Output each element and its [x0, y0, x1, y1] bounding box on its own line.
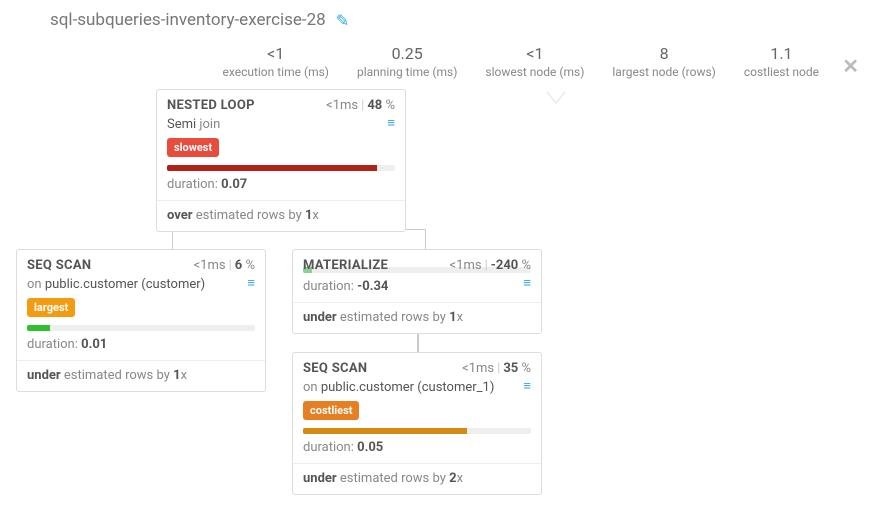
plan-node-materialize[interactable]: MATERIALIZE <1ms|-240 % ≡ duration: -0.3… — [292, 249, 542, 334]
duration-text: duration: 0.07 — [157, 177, 405, 200]
estimate-text: over estimated rows by 1x — [157, 201, 405, 231]
stat-slowest-node: <1 slowest node (ms) — [485, 44, 584, 79]
edit-icon[interactable]: ✎ — [336, 11, 349, 30]
duration-text: duration: -0.34 — [293, 279, 541, 302]
node-name: MATERIALIZE — [303, 258, 388, 273]
node-metrics: <1ms|6 % — [194, 258, 255, 273]
tag-costliest: costliest — [303, 401, 359, 420]
stat-label: slowest node (ms) — [485, 65, 584, 79]
stat-costliest-node: 1.1 costliest node — [744, 44, 819, 79]
stat-value: <1 — [223, 44, 329, 63]
stat-execution-time: <1 execution time (ms) — [223, 44, 329, 79]
stat-value: 0.25 — [357, 44, 457, 63]
node-subline: on public.customer (customer_1)≡ — [293, 380, 541, 401]
stat-label: execution time (ms) — [223, 65, 329, 79]
stats-bar: <1 execution time (ms) 0.25 planning tim… — [0, 44, 889, 79]
duration-bar — [27, 325, 255, 331]
stat-planning-time: 0.25 planning time (ms) — [357, 44, 457, 79]
connector — [172, 229, 426, 249]
database-icon[interactable]: ≡ — [523, 277, 531, 290]
duration-text: duration: 0.05 — [293, 440, 541, 463]
estimate-text: under estimated rows by 1x — [293, 303, 541, 333]
node-subline: Semi join≡ — [157, 117, 405, 138]
estimate-text: under estimated rows by 1x — [17, 361, 265, 391]
stat-label: planning time (ms) — [357, 65, 457, 79]
tag-slowest: slowest — [167, 138, 219, 157]
database-icon[interactable]: ≡ — [523, 380, 531, 393]
estimate-text: under estimated rows by 2x — [293, 464, 541, 494]
database-icon[interactable]: ≡ — [247, 277, 255, 290]
plan-node-seq-scan-customer-1[interactable]: SEQ SCAN <1ms|35 % on public.customer (c… — [292, 352, 542, 495]
node-name: SEQ SCAN — [27, 258, 91, 273]
connector — [417, 333, 419, 353]
node-metrics: <1ms|48 % — [326, 98, 395, 113]
stat-value: <1 — [485, 44, 584, 63]
node-metrics: <1ms|35 % — [462, 361, 531, 376]
duration-bar — [167, 165, 395, 171]
node-metrics: <1ms|-240 % — [450, 258, 531, 273]
duration-text: duration: 0.01 — [17, 337, 265, 360]
page-title: sql-subqueries-inventory-exercise-28 — [50, 10, 326, 30]
close-icon[interactable]: ✕ — [842, 54, 859, 78]
stat-value: 8 — [612, 44, 715, 63]
stat-value: 1.1 — [744, 44, 819, 63]
database-icon[interactable]: ≡ — [387, 117, 395, 130]
stat-label: largest node (rows) — [612, 65, 715, 79]
tag-largest: largest — [27, 298, 75, 317]
stat-label: costliest node — [744, 65, 819, 79]
plan-node-nested-loop[interactable]: NESTED LOOP <1ms|48 % Semi join≡ slowest… — [156, 89, 406, 232]
node-name: SEQ SCAN — [303, 361, 367, 376]
plan-node-seq-scan-customer[interactable]: SEQ SCAN <1ms|6 % on public.customer (cu… — [16, 249, 266, 392]
duration-bar — [303, 428, 531, 434]
node-name: NESTED LOOP — [167, 98, 255, 113]
node-subline: on public.customer (customer)≡ — [17, 277, 265, 298]
stat-largest-node: 8 largest node (rows) — [612, 44, 715, 79]
